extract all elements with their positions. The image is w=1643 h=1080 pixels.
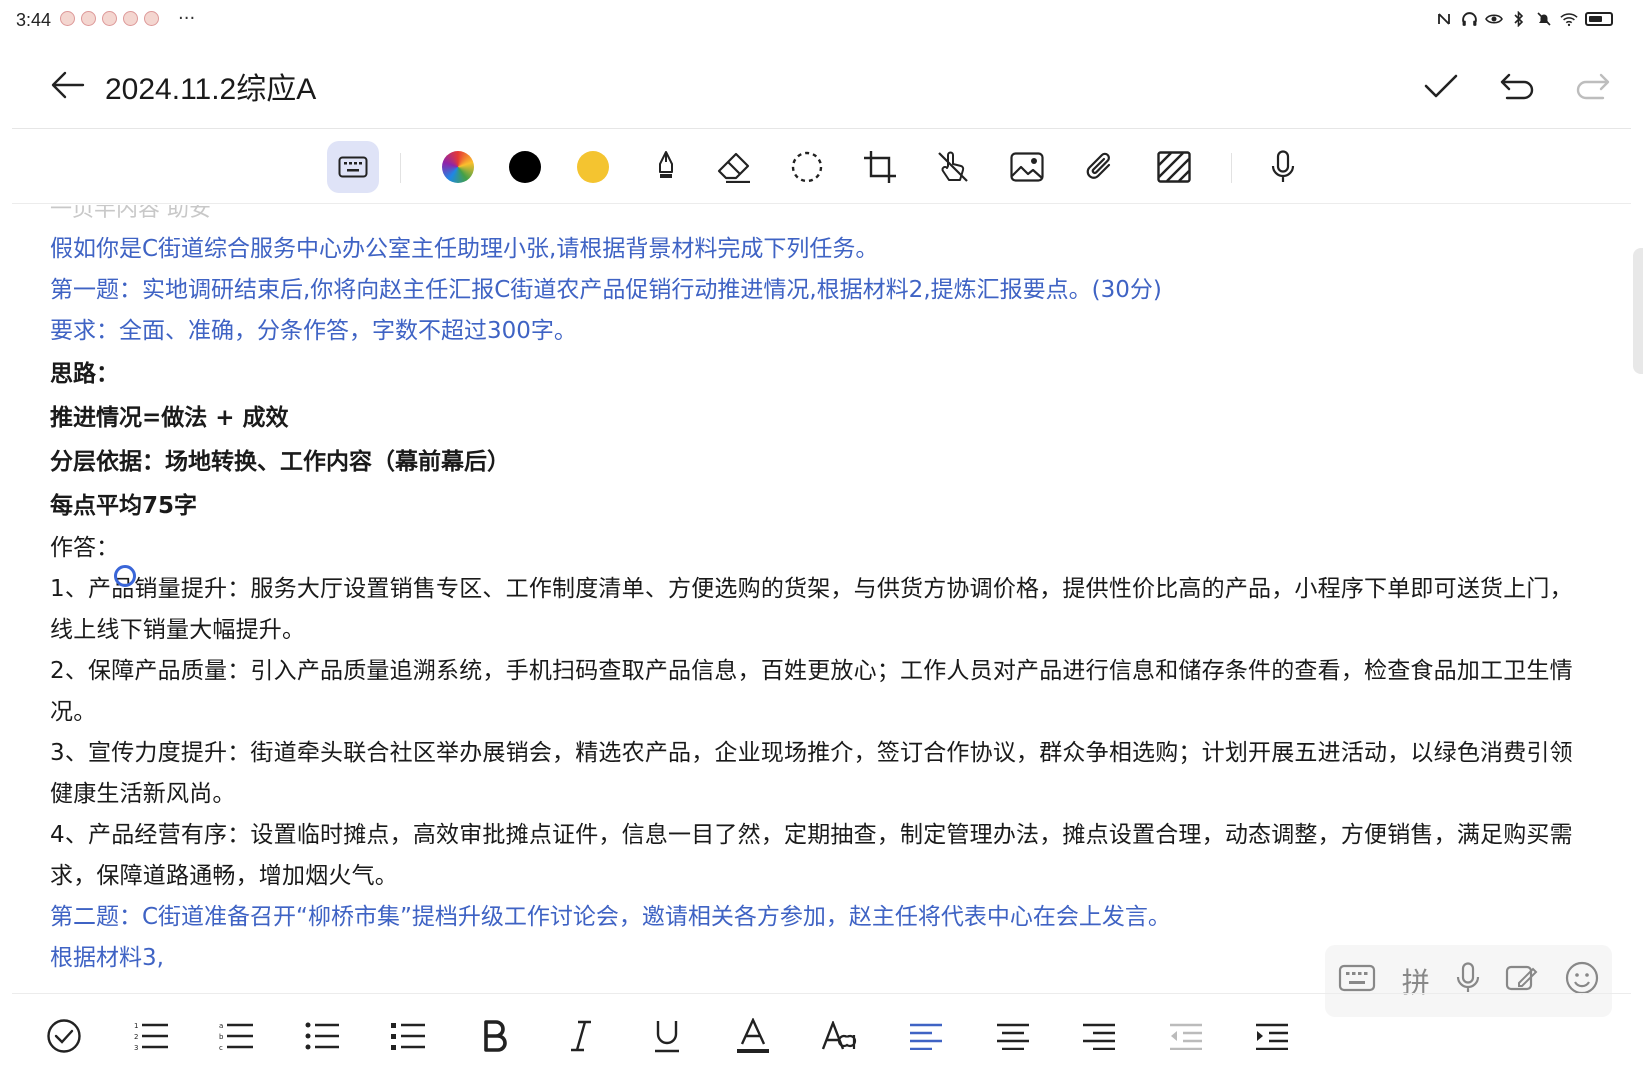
- svg-text:c: c: [219, 1044, 223, 1051]
- ime-voice-icon[interactable]: [1456, 961, 1480, 1001]
- text-paragraph: 4、产品经营有序：设置临时摊点，高效审批摊点证件，信息一目了然，定期抽查，制定管…: [50, 822, 1573, 889]
- black-pen-color[interactable]: [499, 141, 551, 193]
- align-left-icon[interactable]: [901, 1011, 951, 1061]
- font-size-icon[interactable]: [815, 1011, 865, 1061]
- text-line: 思路：: [50, 361, 119, 387]
- title-actions: [1421, 66, 1613, 106]
- battery-icon: [1585, 12, 1613, 26]
- background-pattern-icon[interactable]: [1148, 141, 1200, 193]
- crop-icon[interactable]: [854, 141, 906, 193]
- svg-text:2: 2: [134, 1033, 138, 1041]
- pen-icon[interactable]: [640, 141, 692, 193]
- text-paragraph: 1、产品销量提升：服务大厅设置销售专区、工作制度清单、方便选购的货架，与供货方协…: [50, 576, 1573, 643]
- text-line: 第一题：实地调研结束后,你将向赵主任汇报C街道农产品促销行动推进情况,根据材料2…: [50, 277, 1162, 303]
- format-toolbar: 1 2 3 abc: [0, 1005, 1643, 1070]
- toolbar-separator: [400, 153, 401, 183]
- italic-icon[interactable]: [556, 1011, 606, 1061]
- eye-icon: [1485, 10, 1503, 28]
- lasso-select-icon[interactable]: [781, 141, 833, 193]
- lettered-list-icon[interactable]: abc: [211, 1011, 261, 1061]
- title-bar: 2024.11.2综应A: [0, 42, 1643, 128]
- text-paragraph: 3、宣传力度提升：街道牵头联合社区举办展销会，精选农产品，企业现场推介，签订合作…: [50, 740, 1573, 807]
- notification-icon: [81, 11, 96, 26]
- ime-emoji-icon[interactable]: [1565, 961, 1599, 1002]
- side-panel-handle[interactable]: [1633, 248, 1643, 374]
- notification-icon: [60, 11, 75, 26]
- text-paragraph: 2、保障产品质量：引入产品质量追溯系统，手机扫码查取产品信息，百姓更放心；工作人…: [50, 658, 1573, 725]
- headphones-icon: [1460, 10, 1478, 28]
- redo-icon[interactable]: [1573, 66, 1613, 106]
- bold-icon[interactable]: [470, 1011, 520, 1061]
- svg-text:3: 3: [134, 1044, 138, 1051]
- color-palette-icon[interactable]: [432, 141, 484, 193]
- text-line: 推进情况=做法 + 成效: [50, 405, 289, 431]
- indent-icon[interactable]: [1247, 1011, 1297, 1061]
- insert-image-icon[interactable]: [1001, 141, 1053, 193]
- align-center-icon[interactable]: [988, 1011, 1038, 1061]
- text-cursor-handle[interactable]: [114, 565, 136, 587]
- notification-icon: [102, 11, 117, 26]
- microphone-icon[interactable]: [1257, 141, 1309, 193]
- toolbar-separator: [1231, 153, 1232, 183]
- align-right-icon[interactable]: [1074, 1011, 1124, 1061]
- text-line: 每点平均75字: [50, 493, 198, 519]
- text-line: 作答：: [50, 535, 119, 561]
- underline-icon[interactable]: [642, 1011, 692, 1061]
- note-content[interactable]: 一页半内容 助安 假如你是C街道综合服务中心办公室主任助理小张,请根据背景材料完…: [50, 205, 1595, 985]
- note-title[interactable]: 2024.11.2综应A: [105, 64, 316, 108]
- notification-icon: [144, 11, 159, 26]
- status-more: ···: [178, 8, 196, 29]
- notification-icons: [60, 11, 159, 26]
- back-arrow-icon[interactable]: [50, 69, 86, 101]
- mute-bell-icon: [1535, 10, 1553, 28]
- done-check-icon[interactable]: [1421, 66, 1461, 106]
- status-icons: [1435, 10, 1613, 28]
- ime-pinyin-button[interactable]: 拼: [1402, 961, 1430, 1001]
- undo-icon[interactable]: [1497, 66, 1537, 106]
- yellow-pen-color[interactable]: [567, 141, 619, 193]
- notification-icon: [123, 11, 138, 26]
- numbered-list-icon[interactable]: 1 2 3: [126, 1011, 176, 1061]
- bullet-list-icon[interactable]: [297, 1011, 347, 1061]
- title-divider: [12, 128, 1631, 129]
- text-line: 假如你是C街道综合服务中心办公室主任助理小张,请根据背景材料完成下列任务。: [50, 236, 879, 262]
- text-line: 要求：全面、准确，分条作答，字数不超过300字。: [50, 318, 577, 344]
- svg-text:a: a: [219, 1022, 223, 1030]
- drawing-toolbar: [0, 137, 1643, 199]
- attachment-icon[interactable]: [1074, 141, 1126, 193]
- nfc-icon: [1435, 10, 1453, 28]
- status-bar: 3:44 ···: [0, 0, 1643, 42]
- format-divider: [12, 993, 1631, 994]
- text-color-icon[interactable]: [728, 1011, 778, 1061]
- outdent-icon[interactable]: [1161, 1011, 1211, 1061]
- toolbar-divider: [12, 203, 1631, 204]
- keyboard-mode-icon[interactable]: [327, 141, 379, 193]
- bluetooth-icon: [1510, 10, 1528, 28]
- wifi-icon: [1560, 10, 1578, 28]
- text-line: 分层依据：场地转换、工作内容（幕前幕后）: [50, 449, 510, 475]
- svg-text:1: 1: [134, 1022, 138, 1030]
- ghost-text: 一页半内容 助安: [50, 205, 211, 222]
- bullet-list-alt-icon[interactable]: [383, 1011, 433, 1061]
- status-time: 3:44: [16, 10, 52, 30]
- eraser-icon[interactable]: [708, 141, 760, 193]
- svg-text:b: b: [219, 1033, 224, 1041]
- checklist-icon[interactable]: [39, 1011, 89, 1061]
- text-line: 第二题：C街道准备召开“柳桥市集”提档升级工作讨论会，邀请相关各方参加，赵主任将…: [50, 904, 1171, 930]
- touch-draw-off-icon[interactable]: [927, 141, 979, 193]
